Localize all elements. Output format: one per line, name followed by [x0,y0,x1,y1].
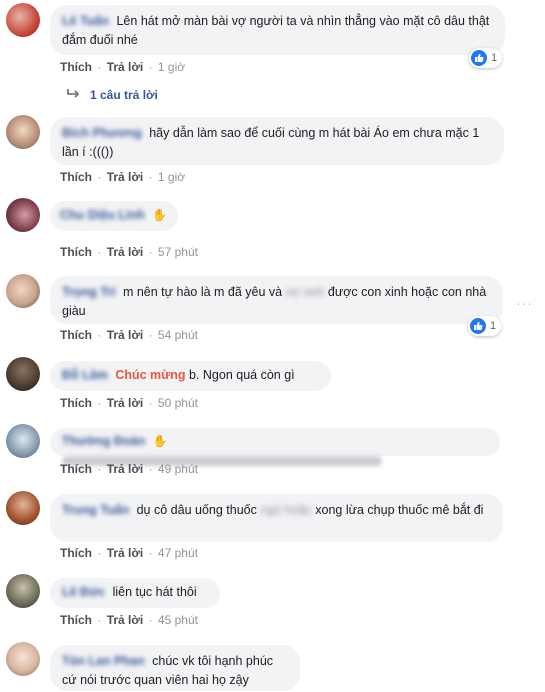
like-button[interactable]: Thích [60,462,92,476]
commenter-name[interactable]: Tòn Lan Phan [62,654,145,668]
avatar[interactable] [6,357,40,391]
comment-text: dụ cô dâu uống thuốc [136,503,257,517]
avatar[interactable] [6,198,40,232]
like-button[interactable]: Thích [60,328,92,342]
timestamp[interactable]: 54 phút [158,328,198,342]
comment-actions: Thích · Trả lời · 1 giờ [60,170,185,184]
reply-button[interactable]: Trả lời [107,462,144,476]
commenter-name[interactable]: Trung Tuấn [62,503,129,517]
view-replies-link[interactable]: 1 câu trả lời [66,88,158,102]
separator: · [97,396,102,410]
avatar[interactable] [6,115,40,149]
commenter-name[interactable]: Bích Phương [62,126,142,140]
more-options-icon[interactable]: ··· [516,295,533,311]
reply-button[interactable]: Trả lời [107,170,144,184]
comment-bubble: Trung Tuấn dụ cô dâu uống thuốc ngủ hoặc… [50,494,503,542]
comment-bubble: Đỗ Lâm Chúc mừng b. Ngon quá còn gì [50,361,331,391]
timestamp[interactable]: 1 giờ [158,60,185,74]
separator: · [148,60,153,74]
hidden-text: ngủ hoặc [260,503,312,517]
separator: · [148,462,153,476]
like-button[interactable]: Thích [60,613,92,627]
like-button[interactable]: Thích [60,60,92,74]
reply-button[interactable]: Trả lời [107,328,144,342]
wave-hand-emoji: ✋ [152,208,168,222]
separator: · [97,328,102,342]
like-button[interactable]: Thích [60,396,92,410]
comment-bubble: Lê Đức liên tục hát thôi [50,578,220,608]
separator: · [97,613,102,627]
separator: · [97,60,102,74]
comment-actions: Thích · Trả lời · 54 phút [60,328,198,342]
separator: · [148,396,153,410]
timestamp[interactable]: 57 phút [158,245,198,259]
comment-text: Lên hát mở màn bài vợ người ta và nhìn t… [62,14,490,47]
separator: · [148,170,153,184]
avatar[interactable] [6,491,40,525]
comment-text: m nên tự hào là m đã yêu và [122,285,283,299]
reply-button[interactable]: Trả lời [107,396,144,410]
comment-actions: Thích · Trả lời · 1 giờ [60,60,185,74]
commenter-name[interactable]: Trọng Trí [62,285,115,299]
timestamp[interactable]: 1 giờ [158,170,185,184]
commenter-name[interactable]: Thường Đoàn [62,434,145,448]
separator: · [148,245,153,259]
reply-button[interactable]: Trả lời [107,613,144,627]
comment-bubble: Lê Tuấn Lên hát mở màn bài vợ người ta v… [50,5,505,55]
like-reaction-icon [470,318,486,334]
like-button[interactable]: Thích [60,170,92,184]
comment-bubble: Chu Diệu Linh ✋ [50,201,178,231]
reply-button[interactable]: Trả lời [107,546,144,560]
comment-actions: Thích · Trả lời · 50 phút [60,396,198,410]
avatar[interactable] [6,574,40,608]
reply-arrow-icon [66,88,80,102]
replies-count-label[interactable]: 1 câu trả lời [90,88,158,102]
comment-actions: Thích · Trả lời · 45 phút [60,613,198,627]
hidden-text: vợ anh [285,285,325,299]
separator: · [97,170,102,184]
commenter-name[interactable]: Đỗ Lâm [62,368,108,382]
comment-text: liên tục hát thôi [112,585,197,599]
timestamp[interactable]: 50 phút [158,396,198,410]
reaction-number: 1 [491,52,498,64]
avatar[interactable] [6,3,40,37]
avatar[interactable] [6,274,40,308]
commenter-name[interactable]: Chu Diệu Linh [60,208,145,222]
comment-actions: Thích · Trả lời · 57 phút [60,245,198,259]
separator: · [97,245,102,259]
comment-bubble: Tòn Lan Phan chúc vk tôi hạnh phúc cứ nó… [50,645,300,691]
reaction-count[interactable]: 1 [468,316,502,336]
separator: · [148,613,153,627]
reply-button[interactable]: Trả lời [107,245,144,259]
avatar[interactable] [6,424,40,458]
comment-bubble: Trọng Trí m nên tự hào là m đã yêu và vợ… [50,276,503,324]
comment-bubble: Bích Phương hãy dẫn làm sao để cuối cùng… [50,117,504,165]
commenter-name[interactable]: Lê Đức [62,585,105,599]
like-button[interactable]: Thích [60,546,92,560]
wave-hand-emoji: ✋ [152,434,168,448]
commenter-name[interactable]: Lê Tuấn [62,14,109,28]
separator: · [97,546,102,560]
reaction-count[interactable]: 1 [469,48,503,68]
timestamp[interactable]: 45 phút [158,613,198,627]
separator: · [148,328,153,342]
timestamp[interactable]: 47 phút [158,546,198,560]
separator: · [97,462,102,476]
separator: · [148,546,153,560]
reply-button[interactable]: Trả lời [107,60,144,74]
like-reaction-icon [471,50,487,66]
like-button[interactable]: Thích [60,245,92,259]
timestamp[interactable]: 49 phút [158,462,198,476]
reaction-number: 1 [490,320,497,332]
comment-actions: Thích · Trả lời · 47 phút [60,546,198,560]
comment-text-continued: xong lừa chụp thuốc mê bắt đi [315,503,484,517]
highlighted-text: Chúc mừng [115,368,186,382]
avatar[interactable] [6,642,40,676]
comment-actions: Thích · Trả lời · 49 phút [60,462,198,476]
comment-bubble: Thường Đoàn ✋ [50,428,500,466]
comment-text: b. Ngon quá còn gì [188,368,295,382]
